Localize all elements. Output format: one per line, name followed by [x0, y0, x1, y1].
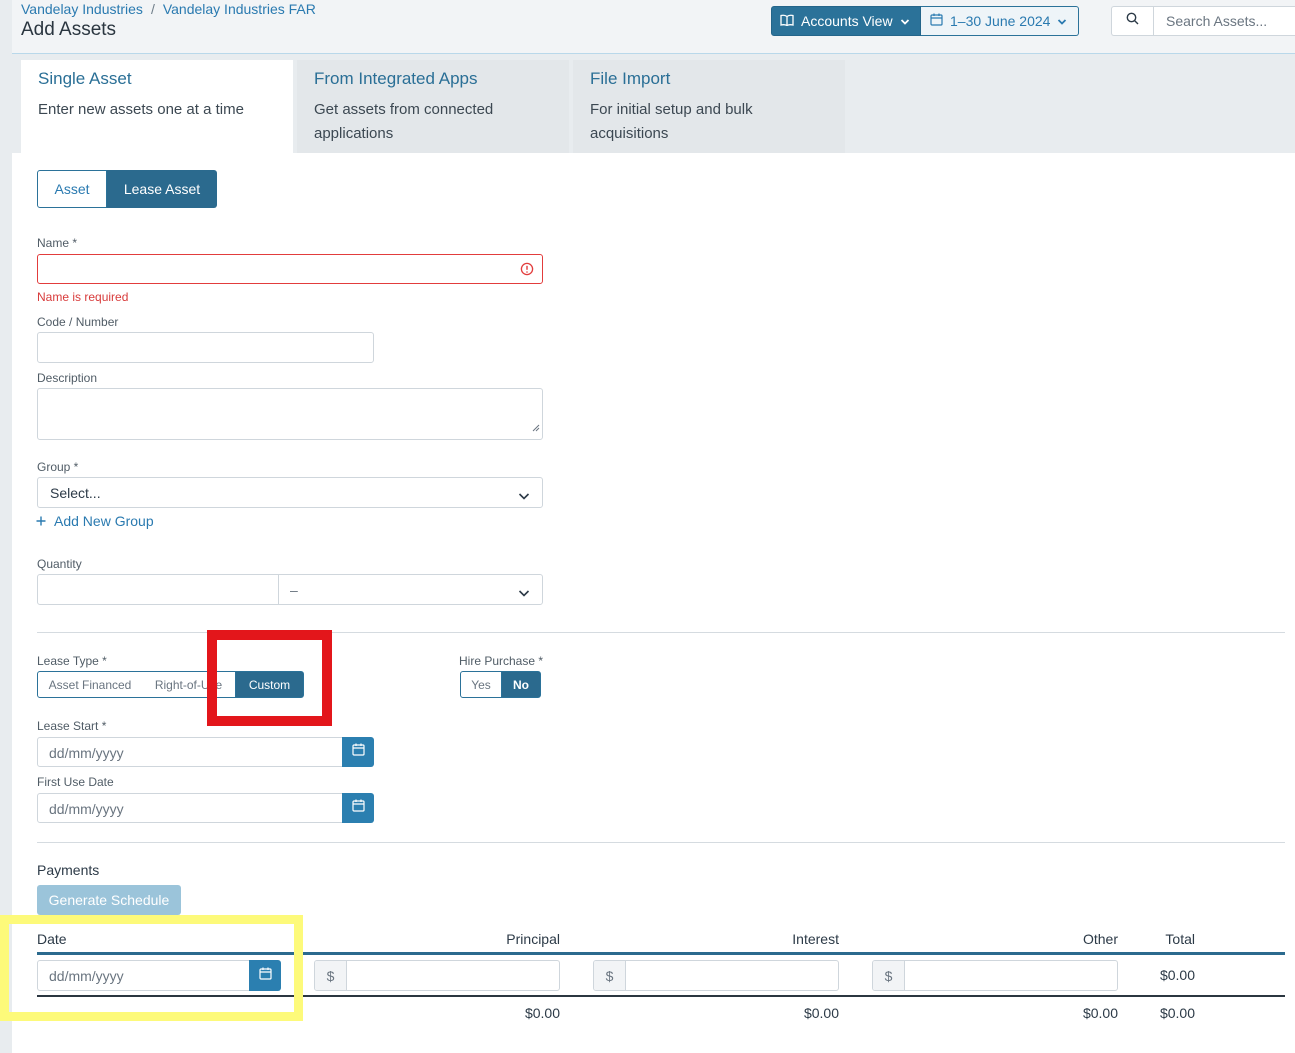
description-label: Description	[37, 371, 98, 385]
interest-input[interactable]: $	[593, 960, 839, 991]
principal-input[interactable]: $	[314, 960, 560, 991]
total-overall: $0.00	[1159, 1005, 1195, 1021]
code-field[interactable]	[37, 332, 374, 363]
asset-toggle-button[interactable]: Asset	[37, 170, 107, 208]
search-icon	[1126, 12, 1139, 30]
hire-purchase-yes[interactable]: Yes	[460, 671, 502, 698]
plus-icon	[36, 513, 46, 529]
tab-description-line: applications	[314, 125, 394, 142]
row-total: $0.00	[1159, 967, 1195, 983]
tab-title: Single Asset	[38, 69, 132, 88]
total-interest: $0.00	[803, 1005, 839, 1021]
divider	[37, 842, 1285, 843]
lease-start-calendar-button[interactable]	[342, 737, 374, 767]
period-selector[interactable]: 1–30 June 2024	[921, 6, 1079, 36]
tab-title: From Integrated Apps	[314, 69, 478, 88]
column-header-other: Other	[1082, 931, 1118, 947]
group-label: Group *	[37, 460, 79, 474]
first-use-calendar-button[interactable]	[342, 793, 374, 823]
total-principal: $0.00	[524, 1005, 560, 1021]
tab-description-line: Get assets from connected	[314, 101, 494, 118]
chevron-down-icon	[900, 13, 910, 29]
annotation-highlight-yellow	[0, 915, 303, 1021]
page-title: Add Assets	[21, 19, 117, 40]
import-tabs: Single Asset Enter new assets one at a t…	[12, 54, 1295, 153]
generate-schedule-button[interactable]: Generate Schedule	[37, 885, 181, 915]
name-field[interactable]	[37, 254, 543, 284]
add-new-group-link[interactable]: Add New Group	[36, 513, 154, 529]
tab-description: Get assets from connected applications	[314, 98, 569, 146]
hire-purchase-no[interactable]: No	[501, 671, 541, 698]
name-label: Name *	[37, 236, 78, 250]
tab-single-asset[interactable]: Single Asset Enter new assets one at a t…	[21, 60, 293, 153]
total-other: $0.00	[1082, 1005, 1118, 1021]
search-box	[1111, 6, 1295, 36]
lease-start-input[interactable]: dd/mm/yyyy	[37, 737, 343, 767]
accounts-view-label: Accounts View	[801, 13, 893, 29]
code-label: Code / Number	[37, 315, 119, 329]
hire-purchase-label: Hire Purchase *	[459, 654, 544, 668]
column-header-interest: Interest	[792, 931, 839, 947]
first-use-input[interactable]: dd/mm/yyyy	[37, 793, 343, 823]
quantity-input[interactable]	[37, 574, 279, 605]
tab-description: For initial setup and bulk acquisitions	[590, 98, 845, 146]
quantity-label: Quantity	[37, 557, 82, 571]
quantity-unit-select[interactable]: –	[278, 574, 543, 605]
lease-start-label: Lease Start *	[37, 719, 107, 733]
currency-prefix: $	[315, 961, 347, 990]
tab-description-line: For initial setup and bulk	[590, 101, 753, 118]
tab-description-line: acquisitions	[590, 125, 669, 142]
chevron-down-icon	[518, 488, 530, 506]
quantity-unit-value: –	[290, 582, 298, 598]
currency-prefix: $	[594, 961, 626, 990]
chevron-down-icon	[518, 585, 530, 603]
description-field[interactable]	[37, 388, 543, 440]
search-button[interactable]	[1112, 7, 1154, 35]
first-use-placeholder: dd/mm/yyyy	[49, 801, 124, 817]
group-select[interactable]: Select...	[37, 477, 543, 508]
payments-title: Payments	[37, 862, 100, 878]
calendar-icon	[930, 13, 943, 29]
resize-handle-icon[interactable]	[532, 419, 540, 437]
period-label: 1–30 June 2024	[950, 13, 1051, 29]
group-value: Select...	[50, 485, 101, 501]
tab-description: Enter new assets one at a time	[38, 101, 244, 118]
lease-start-placeholder: dd/mm/yyyy	[49, 745, 124, 761]
error-icon	[520, 262, 534, 281]
name-error: Name is required	[37, 290, 129, 304]
tab-integrated-apps[interactable]: From Integrated Apps Get assets from con…	[297, 60, 569, 153]
lease-asset-toggle-button[interactable]: Lease Asset	[107, 170, 217, 208]
column-header-total: Total	[1165, 931, 1195, 947]
annotation-highlight-red	[207, 630, 332, 726]
accounts-view-button[interactable]: Accounts View	[771, 6, 921, 36]
first-use-label: First Use Date	[37, 775, 114, 789]
book-icon	[780, 13, 794, 29]
calendar-icon	[351, 799, 365, 817]
chevron-down-icon	[1057, 13, 1067, 29]
breadcrumb-org[interactable]: Vandelay Industries	[21, 1, 143, 17]
breadcrumb: Vandelay Industries / Vandelay Industries …	[21, 1, 316, 17]
breadcrumb-register[interactable]: Vandelay Industries FAR	[163, 1, 316, 17]
lease-type-asset-financed[interactable]: Asset Financed	[37, 671, 143, 698]
column-header-principal: Principal	[506, 931, 560, 947]
tab-file-import[interactable]: File Import For initial setup and bulk a…	[573, 60, 845, 153]
other-input[interactable]: $	[872, 960, 1118, 991]
currency-prefix: $	[873, 961, 905, 990]
lease-type-label: Lease Type *	[37, 654, 107, 668]
breadcrumb-separator: /	[150, 1, 155, 17]
left-rail	[0, 0, 12, 1053]
calendar-icon	[351, 743, 365, 761]
search-input[interactable]	[1154, 13, 1295, 29]
add-new-group-label: Add New Group	[54, 513, 154, 529]
page-header: Vandelay Industries / Vandelay Industries …	[12, 0, 1295, 54]
tab-title: File Import	[590, 69, 671, 88]
